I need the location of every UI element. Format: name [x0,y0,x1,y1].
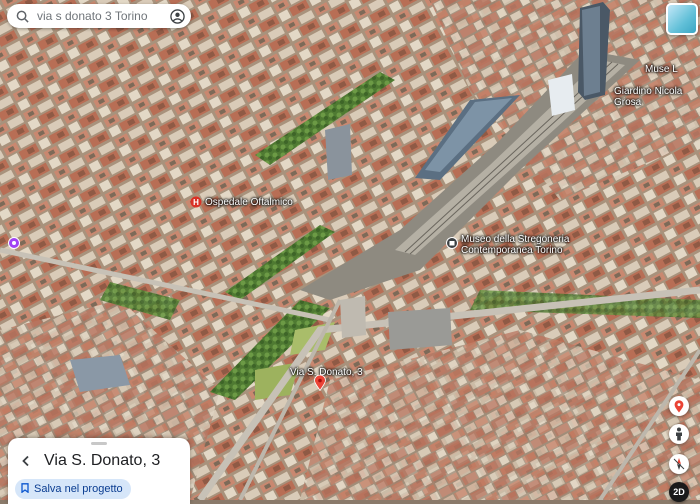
view-toggle-2d-button[interactable]: 2D [669,482,689,502]
bookmark-icon [21,482,29,496]
account-icon[interactable] [165,8,189,24]
layers-button[interactable] [666,3,698,35]
save-to-project-label: Salva nel progetto [34,483,123,495]
selected-location-pin-icon[interactable] [314,374,326,396]
search-input[interactable] [33,9,165,23]
magnifier-icon [11,10,33,23]
search-box[interactable] [7,4,191,28]
hospital-label[interactable]: Ospedale Oftalmico [205,197,293,208]
compass-icon[interactable] [669,454,689,474]
place-title: Via S. Donato, 3 [44,452,161,469]
save-to-project-button[interactable]: Salva nel progetto [15,479,131,499]
place-pin-icon[interactable] [8,236,20,254]
museum-topright-label[interactable]: Muse L [645,64,678,75]
museum-label[interactable]: Museo della Stregoneria Contemporanea To… [461,234,601,256]
drag-handle[interactable] [91,442,107,445]
place-card[interactable]: Via S. Donato, 3 Salva nel progetto [8,438,190,504]
svg-text:H: H [193,198,199,207]
garden-label[interactable]: Giardino Nicola Grosa [614,86,694,108]
location-marker-icon[interactable] [669,396,689,416]
pegman-icon[interactable] [669,424,689,444]
back-arrow-icon[interactable] [16,451,36,471]
hospital-pin-icon[interactable]: H [190,195,202,213]
museum-pin-icon[interactable] [446,236,458,254]
selected-address-label[interactable]: Via S. Donato, 3 [290,367,363,378]
